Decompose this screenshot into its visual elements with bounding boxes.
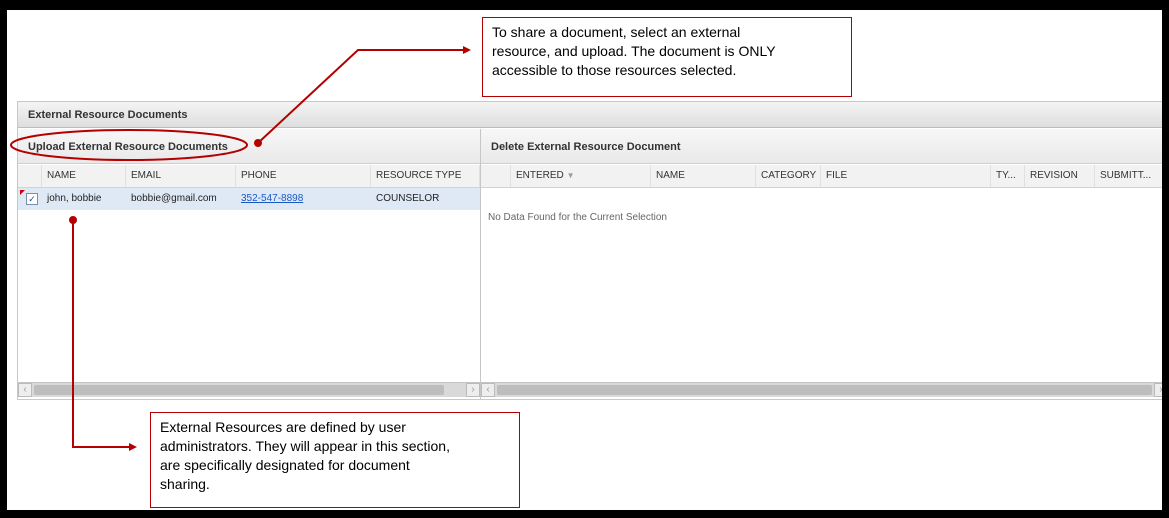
callout-resources-line-4: sharing. <box>160 476 210 492</box>
callout-external-resources-note: External Resources are defined by user a… <box>150 412 520 508</box>
column-header-file[interactable]: FILE <box>821 165 991 187</box>
external-resource-documents-panel: External Resource Documents Upload Exter… <box>17 101 1162 400</box>
upload-horizontal-scrollbar[interactable]: ‹ › <box>18 382 480 397</box>
panel-title: External Resource Documents <box>18 102 1162 128</box>
callout-share-line-3: accessible to those resources selected. <box>492 62 737 78</box>
delete-horizontal-scrollbar[interactable]: ‹ › <box>481 382 1162 397</box>
column-header-type[interactable]: TY... <box>991 165 1025 187</box>
scroll-right-icon[interactable]: › <box>1154 383 1162 397</box>
scroll-left-icon[interactable]: ‹ <box>481 383 495 397</box>
resource-name-cell: john, bobbie <box>47 193 102 204</box>
column-header-revision[interactable]: REVISION <box>1025 165 1095 187</box>
row-dirty-marker <box>20 190 25 195</box>
empty-state-message: No Data Found for the Current Selection <box>488 212 667 223</box>
resource-type-cell: COUNSELOR <box>376 193 440 204</box>
callout-share-instructions: To share a document, select an external … <box>482 17 852 97</box>
scroll-right-icon[interactable]: › <box>466 383 480 397</box>
upload-scroll-thumb[interactable] <box>34 385 444 395</box>
column-header-name[interactable]: NAME <box>42 165 126 187</box>
column-header-submitted[interactable]: SUBMITT... <box>1095 165 1162 187</box>
entered-label: ENTERED <box>516 170 564 181</box>
upload-section-header[interactable]: Upload External Resource Documents <box>18 129 480 164</box>
column-header-phone[interactable]: PHONE <box>236 165 371 187</box>
select-column-header <box>18 165 42 187</box>
callout-resources-line-3: are specifically designated for document <box>160 457 410 473</box>
column-header-resource-type[interactable]: RESOURCE TYPE <box>371 165 480 187</box>
callout-resources-line-2: administrators. They will appear in this… <box>160 438 450 454</box>
callout-resources-line-1: External Resources are defined by user <box>160 419 406 435</box>
delete-table-header: ENTERED ▼ NAME CATEGORY FILE TY... REVIS… <box>481 165 1162 188</box>
upload-table-header: NAME EMAIL PHONE RESOURCE TYPE <box>18 165 480 188</box>
callout-share-line-1: To share a document, select an external <box>492 24 741 40</box>
resource-email-cell: bobbie@gmail.com <box>131 193 217 204</box>
callout-share-line-2: resource, and upload. The document is ON… <box>492 43 776 59</box>
delete-scroll-thumb[interactable] <box>497 385 1152 395</box>
delete-section-header[interactable]: Delete External Resource Document <box>481 129 1162 164</box>
sort-descending-icon[interactable]: ▼ <box>567 171 575 180</box>
column-header-category[interactable]: CATEGORY <box>756 165 821 187</box>
delete-select-column-header <box>481 165 511 187</box>
column-header-entered[interactable]: ENTERED ▼ <box>511 165 651 187</box>
scroll-left-icon[interactable]: ‹ <box>18 383 32 397</box>
resource-select-checkbox[interactable]: ✓ <box>26 193 38 205</box>
column-header-email[interactable]: EMAIL <box>126 165 236 187</box>
screenshot-canvas: To share a document, select an external … <box>7 10 1162 510</box>
column-header-doc-name[interactable]: NAME <box>651 165 756 187</box>
resource-phone-link[interactable]: 352-547-8898 <box>236 188 303 210</box>
table-row[interactable]: ✓ john, bobbie bobbie@gmail.com 352-547-… <box>18 188 480 210</box>
